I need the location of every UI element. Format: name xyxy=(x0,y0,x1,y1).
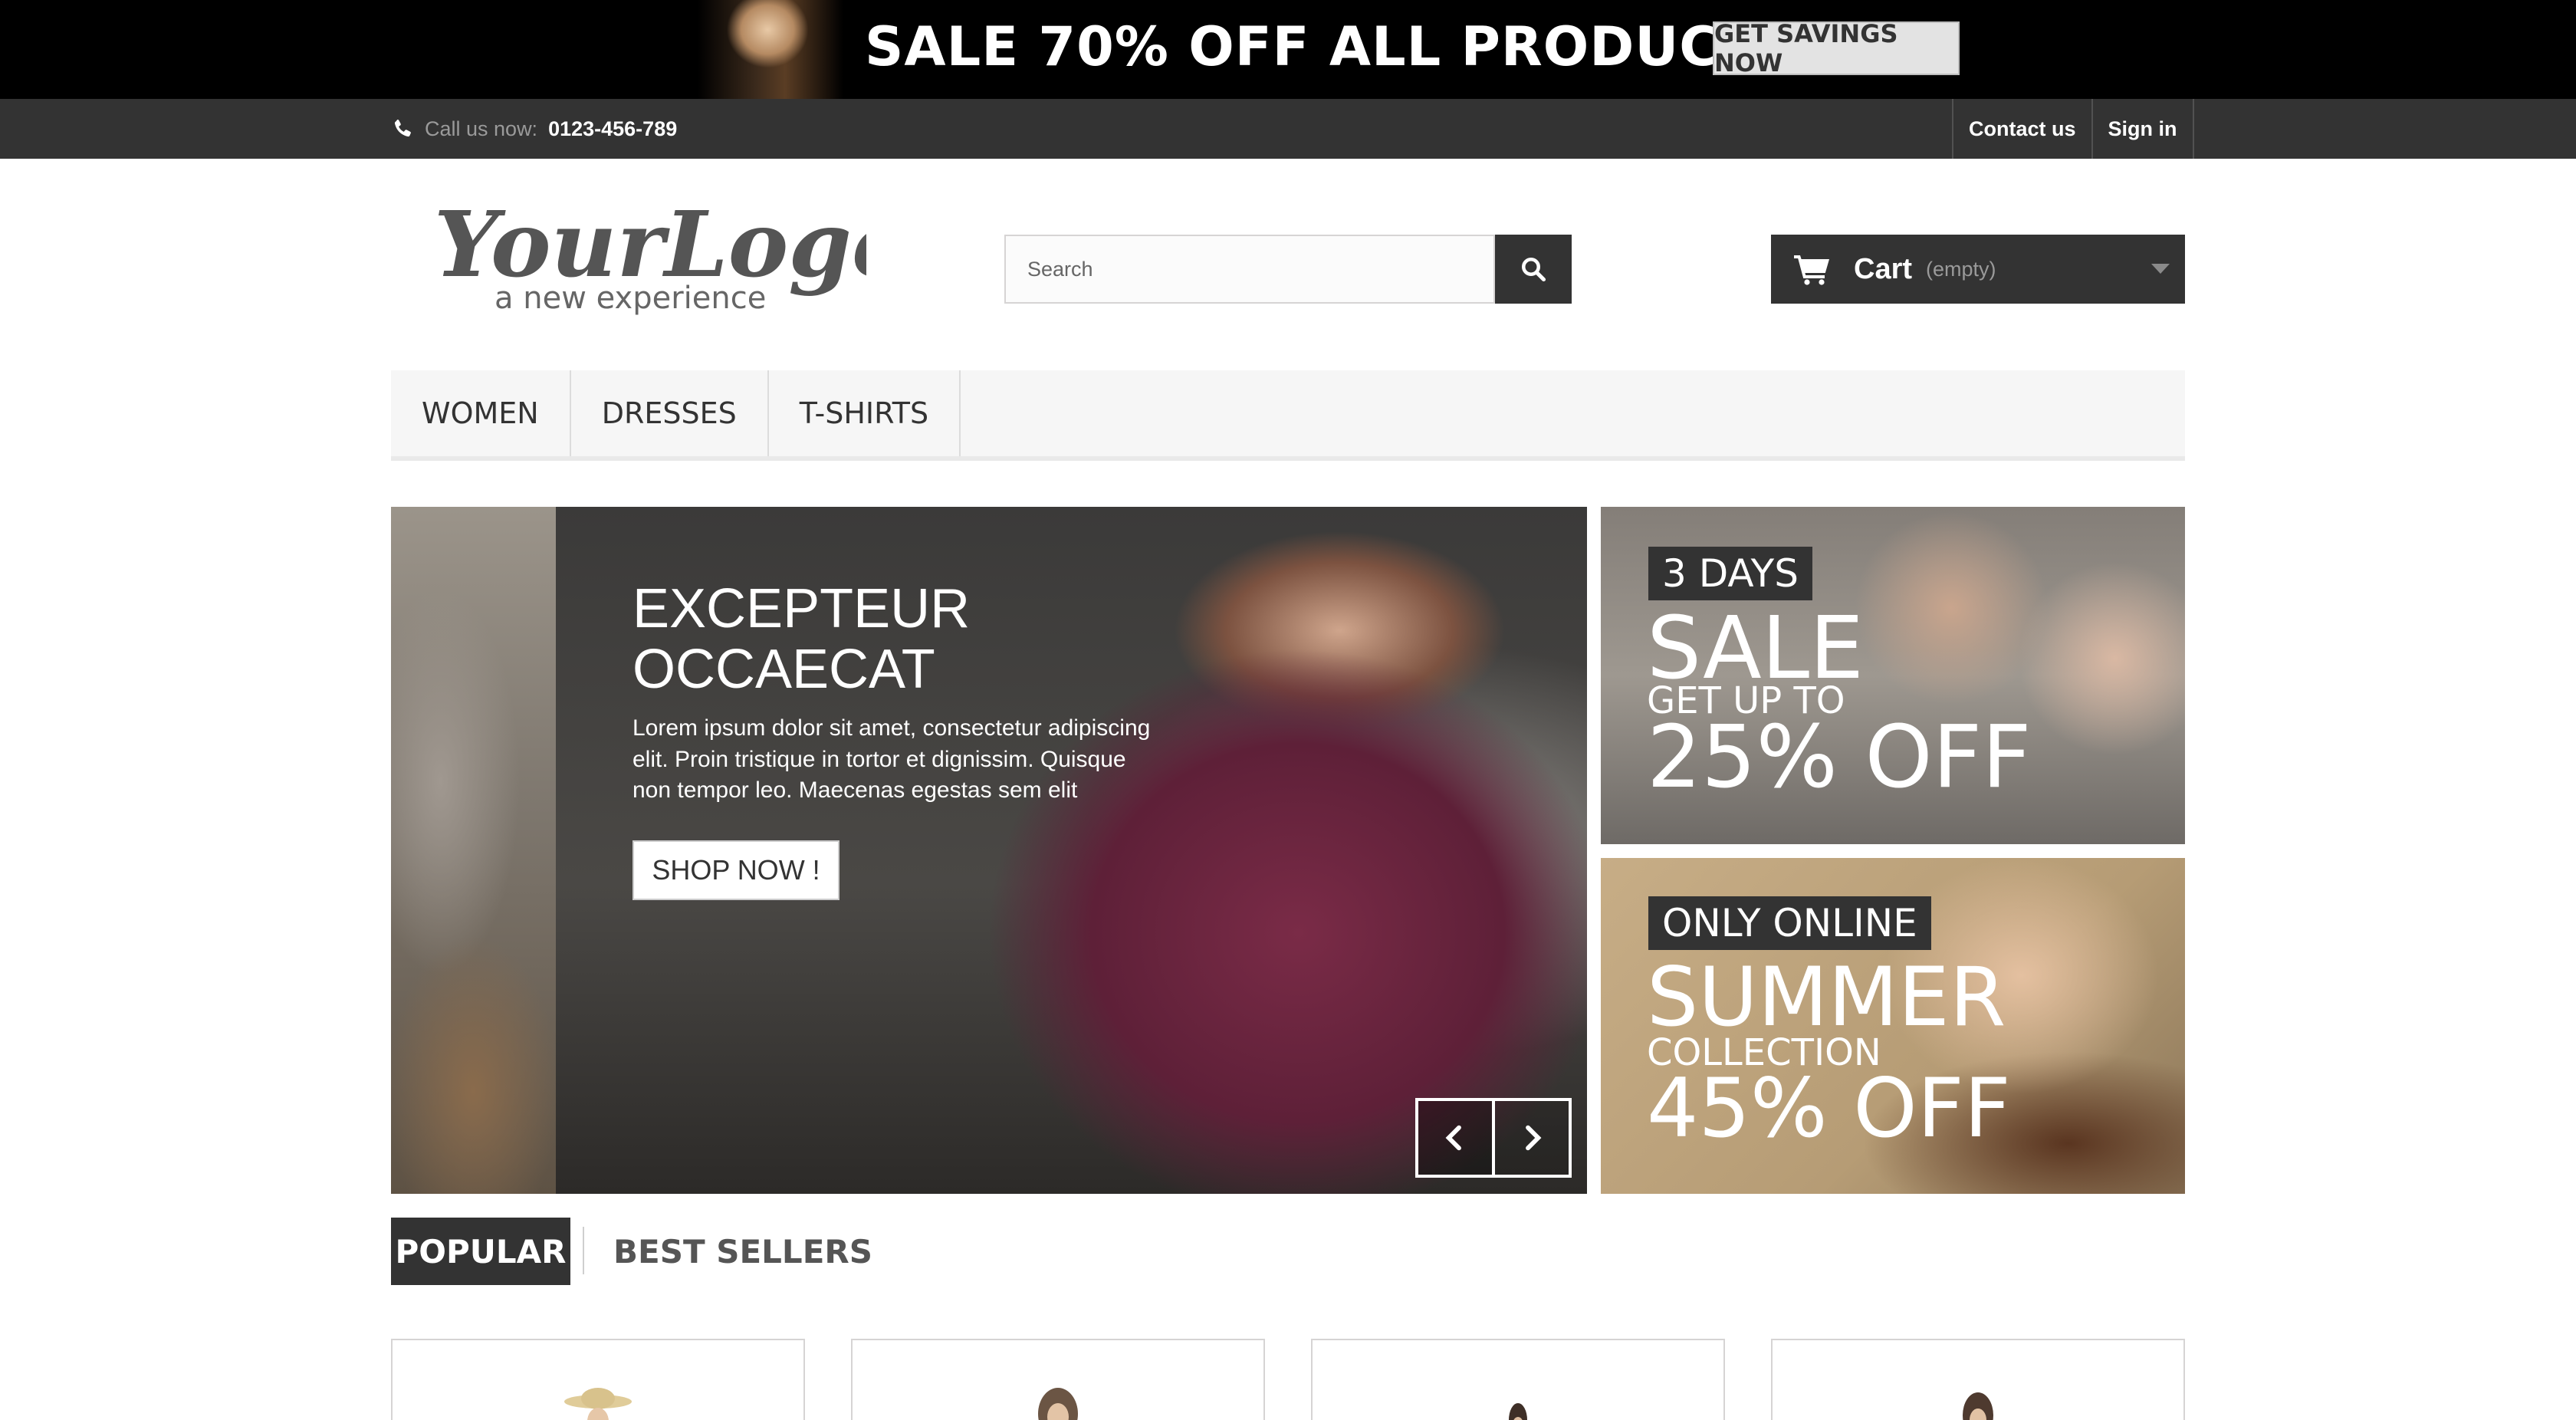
tab-best-sellers[interactable]: BEST SELLERS xyxy=(613,1218,872,1285)
summer-banner[interactable]: ONLY ONLINE SUMMER COLLECTION 45% OFF xyxy=(1601,858,2185,1194)
sale-banner[interactable]: 3 DAYS SALE GET UP TO 25% OFF xyxy=(1601,507,2185,844)
menu-item-women[interactable]: WOMEN xyxy=(391,370,571,456)
sale-banner-offer: 25% OFF xyxy=(1647,708,2032,807)
slider-prev-image xyxy=(391,507,556,1194)
slider-prev-button[interactable] xyxy=(1415,1098,1495,1178)
cart-label: Cart xyxy=(1854,252,1913,285)
chevron-down-icon xyxy=(2151,264,2170,274)
phone-number: 0123-456-789 xyxy=(548,117,678,140)
slide-title-line2: OCCAECAT xyxy=(632,639,935,701)
slide-title-line1: EXCEPTEUR xyxy=(632,578,971,639)
search-input[interactable]: Search xyxy=(1004,235,1495,304)
get-savings-button[interactable]: GET SAVINGS NOW xyxy=(1713,19,1960,77)
chevron-right-icon xyxy=(1526,1125,1542,1151)
sign-in-link[interactable]: Sign in xyxy=(2093,99,2194,159)
site-logo[interactable]: YourLogo a new experience xyxy=(429,192,866,322)
product-card[interactable] xyxy=(851,1339,1265,1420)
cart-status: (empty) xyxy=(1926,257,1996,281)
slider-next-button[interactable] xyxy=(1492,1098,1572,1178)
contact-us-link[interactable]: Contact us xyxy=(1953,99,2093,159)
product-card[interactable] xyxy=(1771,1339,2185,1420)
product-card[interactable] xyxy=(391,1339,805,1420)
top-nav-bar: Call us now: 0123-456-789 Contact us Sig… xyxy=(0,99,2576,159)
logo-tagline: a new experience xyxy=(495,281,766,316)
main-menu: WOMEN DRESSES T-SHIRTS xyxy=(391,370,2185,461)
summer-banner-headline: SUMMER xyxy=(1647,950,2006,1044)
tab-popular[interactable]: POPULAR xyxy=(391,1218,570,1285)
phone-contact: Call us now: 0123-456-789 xyxy=(391,110,677,148)
sale-banner-tag: 3 DAYS xyxy=(1648,547,1812,600)
promo-model-image xyxy=(698,0,843,99)
promo-banner[interactable]: SALE 70% OFF ALL PRODUCTS GET SAVINGS NO… xyxy=(0,0,2576,99)
search-button[interactable] xyxy=(1495,235,1572,304)
product-image xyxy=(1038,1388,1078,1420)
shop-now-button[interactable]: SHOP NOW ! xyxy=(632,840,840,900)
tab-divider xyxy=(583,1227,584,1274)
promo-headline: SALE 70% OFF ALL PRODUCTS xyxy=(865,15,1796,78)
menu-item-tshirts[interactable]: T-SHIRTS xyxy=(769,370,961,456)
product-image xyxy=(1963,1392,1993,1420)
product-image xyxy=(1509,1403,1527,1420)
cart-button[interactable]: Cart (empty) xyxy=(1771,235,2185,304)
product-image xyxy=(564,1388,632,1420)
call-label: Call us now: xyxy=(425,117,538,140)
menu-item-dresses[interactable]: DRESSES xyxy=(571,370,769,456)
slide-description: Lorem ipsum dolor sit amet, consectetur … xyxy=(632,715,1151,803)
summer-banner-tag: ONLY ONLINE xyxy=(1648,896,1931,950)
summer-banner-offer: 45% OFF xyxy=(1647,1061,2011,1155)
search-icon xyxy=(1522,258,1546,282)
account-links: Contact us Sign in xyxy=(1952,99,2194,159)
slide-title: EXCEPTEUR OCCAECAT xyxy=(632,578,1169,701)
product-card[interactable] xyxy=(1311,1339,1725,1420)
chevron-left-icon xyxy=(1445,1125,1461,1151)
phone-icon xyxy=(394,119,411,137)
cart-icon xyxy=(1794,255,1829,285)
